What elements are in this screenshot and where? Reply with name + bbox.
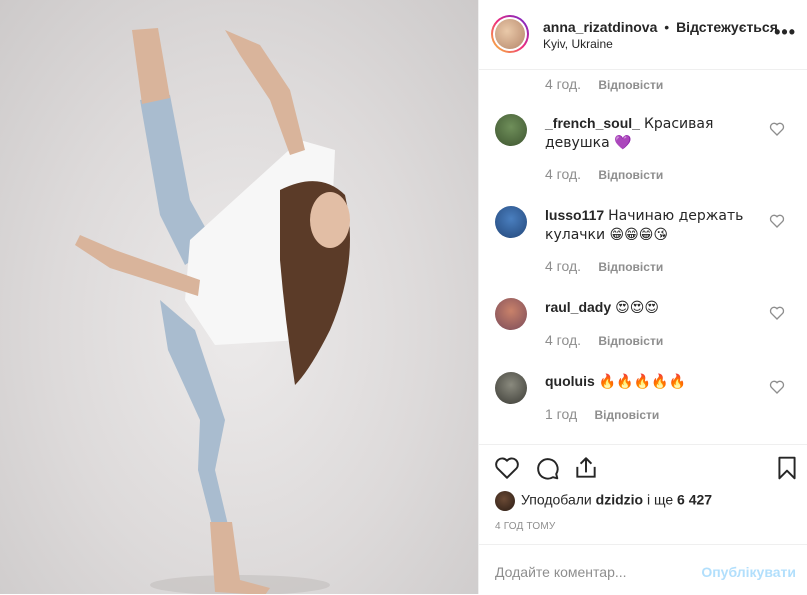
author-line: anna_rizatdinova • Відстежується	[543, 19, 778, 35]
comment-like-icon[interactable]	[769, 213, 785, 229]
comment-time[interactable]: 4 год.	[545, 332, 581, 348]
posted-time[interactable]: 4 ГОД ТОМУ	[495, 521, 555, 532]
reply-button[interactable]: Відповісти	[598, 78, 663, 92]
reply-button[interactable]: Відповісти	[598, 334, 663, 348]
comment-time[interactable]: 1 год	[545, 406, 577, 422]
comment-body: 😍😍😍	[615, 300, 659, 316]
comment-time[interactable]: 4 год.	[545, 258, 581, 274]
comment-meta: 4 год. Відповісти	[545, 258, 663, 274]
follow-status-button[interactable]: Відстежується	[676, 19, 778, 35]
comment-text: quoluis 🔥🔥🔥🔥🔥	[545, 372, 760, 391]
commenter-avatar[interactable]	[495, 372, 527, 404]
comment-text: _french_soul_ Красивая девушка 💜	[545, 114, 760, 152]
comment-body: 🔥🔥🔥🔥🔥	[598, 374, 686, 390]
reply-button[interactable]: Відповісти	[594, 408, 659, 422]
liker-username[interactable]: dzidzio	[596, 492, 643, 508]
dancer-photo-illustration	[75, 28, 350, 594]
comment-like-icon[interactable]	[769, 379, 785, 395]
commenter-avatar[interactable]	[495, 298, 527, 330]
commenter-username[interactable]: lusso117	[545, 207, 604, 223]
heart-icon[interactable]	[494, 455, 520, 481]
comments-list[interactable]: 4 год. Відповісти _french_soul_ Красивая …	[479, 70, 807, 444]
likes-prefix: Уподобали	[521, 491, 592, 508]
share-icon[interactable]	[573, 455, 599, 481]
comment-meta: 1 год Відповісти	[545, 406, 659, 422]
commenter-username[interactable]: raul_dady	[545, 299, 611, 315]
separator-dot: •	[664, 19, 670, 35]
commenter-avatar[interactable]	[495, 206, 527, 238]
comment-input[interactable]: Додайте коментар...	[495, 564, 627, 580]
post-sidebar: anna_rizatdinova • Відстежується Kyiv, U…	[478, 0, 807, 594]
post-actions: Уподобали dzidzio і ще 6 427 4 ГОД ТОМУ	[479, 444, 807, 545]
comment-time[interactable]: 4 год.	[545, 76, 581, 92]
likes-count[interactable]: 6 427	[677, 492, 712, 508]
liker-avatar[interactable]	[495, 491, 515, 511]
commenter-username[interactable]: quoluis	[545, 373, 595, 389]
bookmark-icon[interactable]	[774, 455, 800, 481]
comment-meta: 4 год. Відповісти	[545, 166, 663, 182]
likes-middle: і ще	[646, 491, 674, 508]
comment-meta: 4 год. Відповісти	[545, 76, 663, 92]
comment-text: lusso117 Начинаю держать кулачки 😁😁😁😘	[545, 206, 760, 244]
comment-time[interactable]: 4 год.	[545, 166, 581, 182]
commenter-avatar[interactable]	[495, 114, 527, 146]
post-location[interactable]: Kyiv, Ukraine	[543, 37, 613, 51]
publish-button[interactable]: Опублікувати	[701, 564, 796, 580]
comment-like-icon[interactable]	[769, 305, 785, 321]
post-header: anna_rizatdinova • Відстежується Kyiv, U…	[479, 0, 807, 70]
post-photo[interactable]	[0, 0, 478, 594]
reply-button[interactable]: Відповісти	[598, 260, 663, 274]
author-username[interactable]: anna_rizatdinova	[543, 19, 657, 35]
comment-like-icon[interactable]	[769, 121, 785, 137]
commenter-username[interactable]: _french_soul_	[545, 115, 640, 131]
comment-text: raul_dady 😍😍😍	[545, 298, 760, 317]
comment-icon[interactable]	[534, 455, 560, 481]
comment-meta: 4 год. Відповісти	[545, 332, 663, 348]
add-comment-bar: Додайте коментар... Опублікувати	[479, 544, 807, 595]
likes-summary: Уподобали dzidzio і ще 6 427	[495, 491, 712, 511]
author-avatar[interactable]	[491, 15, 529, 53]
more-options-icon[interactable]: •••	[774, 22, 796, 43]
reply-button[interactable]: Відповісти	[598, 168, 663, 182]
